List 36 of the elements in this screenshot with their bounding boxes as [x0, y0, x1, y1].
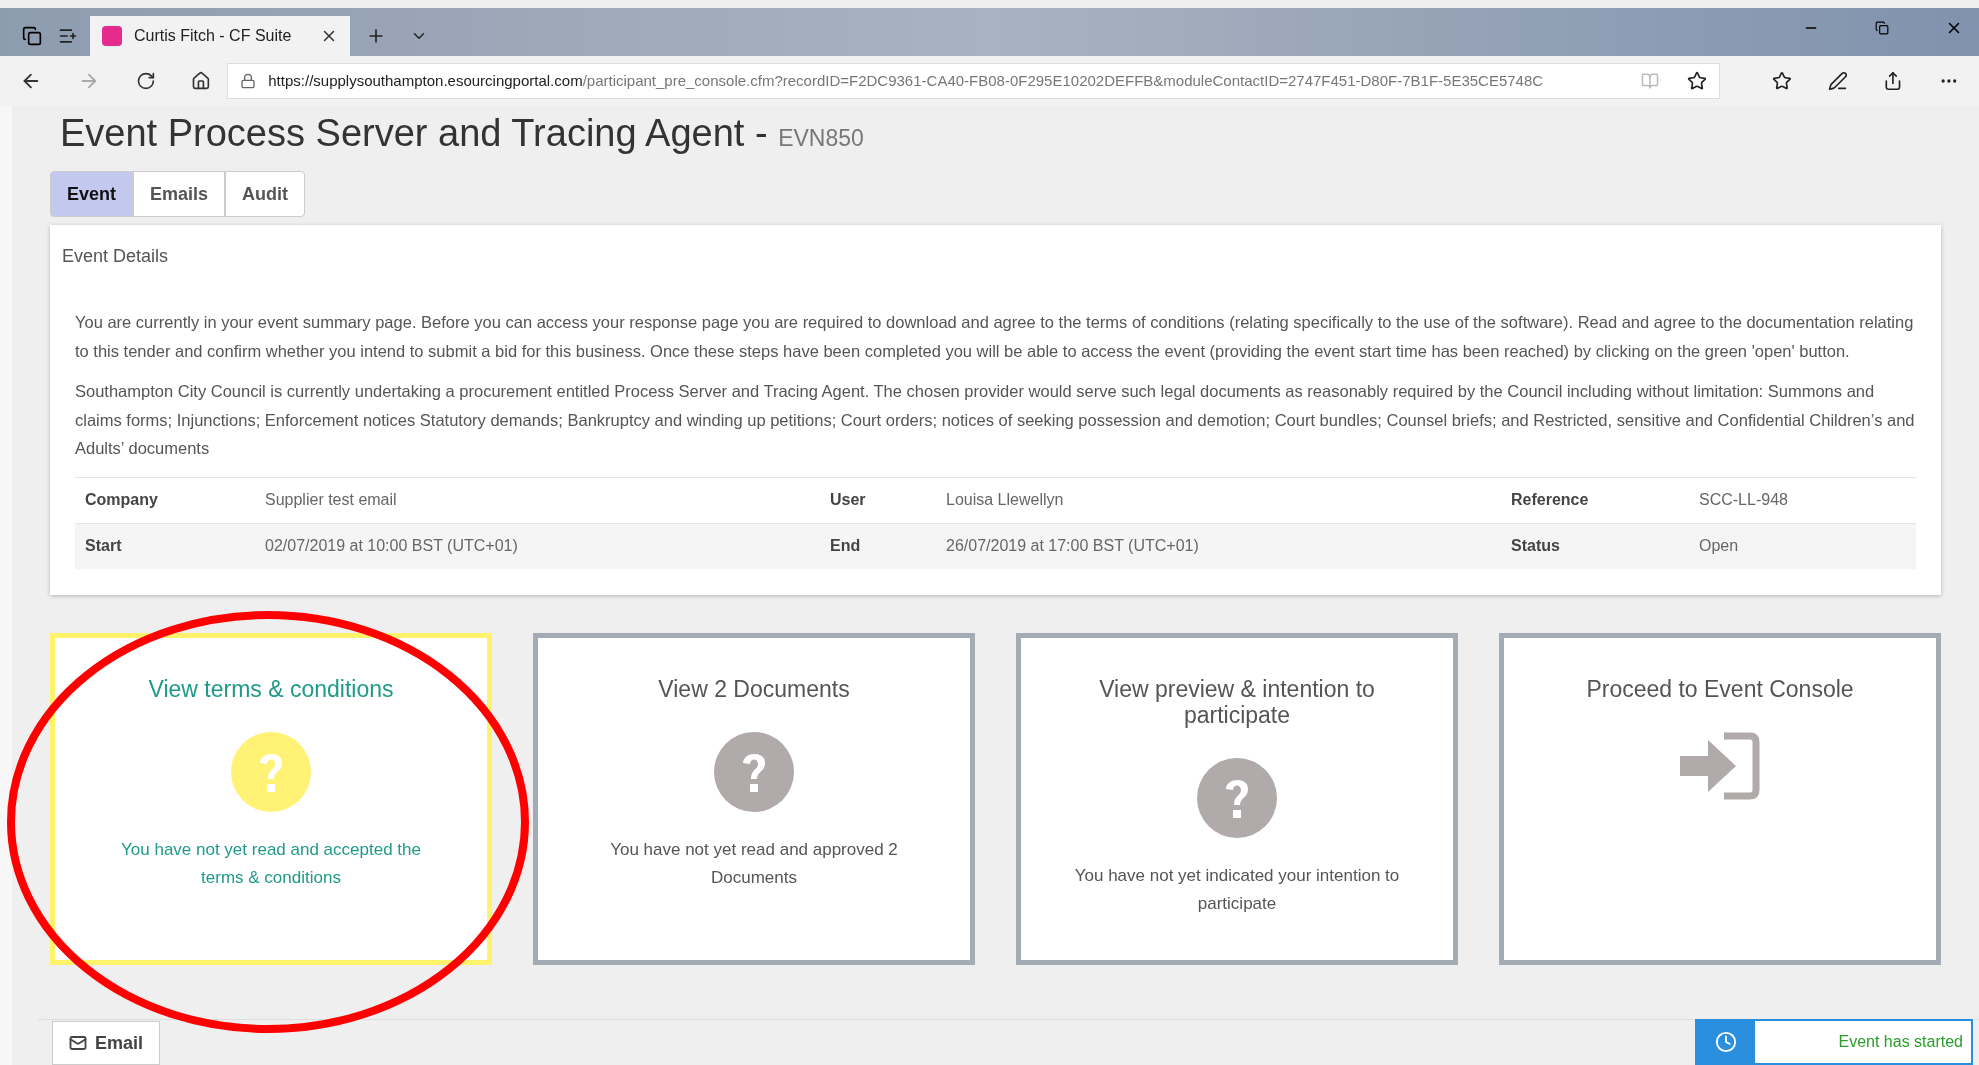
event-code: EVN850: [778, 125, 864, 151]
detail-value: SCC-LL-948: [1699, 490, 1789, 510]
detail-label: User: [829, 490, 867, 510]
detail-value: 26/07/2019 at 17:00 BST (UTC+01): [946, 536, 1200, 556]
panel-heading: Event Details: [62, 245, 170, 268]
step-title: View preview & intention to participate: [1098, 675, 1376, 728]
step-title: Proceed to Event Console: [1586, 675, 1854, 702]
description-paragraph: You are currently in your event summary page. Before you can access your response page you are required to download and agree to the terms of conditions (relating specifically to the use of the software). Read and agree to the documentation relating to this tender and confirm whether you intend to submit a bid for this business. Once these steps have been completed you will be able to access the event (providing the event start time has been reached) by clicking on the green 'open' button.: [75, 312, 1915, 362]
step-message: You have not yet read and approved 2 Documents: [609, 838, 899, 889]
detail-label: End: [829, 536, 862, 556]
email-button[interactable]: Email: [52, 1021, 161, 1065]
tab[interactable]: Emails: [133, 171, 226, 217]
detail-value: Supplier test email: [265, 490, 398, 510]
step-title: View terms & conditions: [148, 675, 394, 702]
browser-tab[interactable]: Curtis Fitch - CF Suite: [90, 16, 350, 56]
detail-value: Louisa Llewellyn: [946, 490, 1065, 510]
step-message: You have not yet indicated your intention to participate: [1073, 864, 1401, 915]
page-title: Event Process Server and Tracing Agent - EVN850: [60, 111, 865, 156]
step-title: View 2 Documents: [658, 675, 850, 702]
detail-label: Reference: [1510, 490, 1590, 510]
address-bar[interactable]: https://supplysouthampton.esourcingportal.com/participant_pre_console.cfm?recordID=F2DC9361-CA40-FB08-0F295E10202DEFFB&moduleContactID=2747F451-D80F-7B1F-5E35CE5748C: [227, 63, 1720, 99]
url-text: https://supplysouthampton.esourcingportal.com/participant_pre_console.cfm?recordID=F2DC9361-CA40-FB08-0F295E10202DEFFB&moduleContactID=2747F451-D80F-7B1F-5E35CE5748C: [268, 70, 1545, 91]
detail-label: Company: [84, 490, 159, 510]
step-card[interactable]: View terms & conditions You have not yet read and accepted the terms & conditions: [50, 632, 492, 965]
tab[interactable]: Event: [50, 171, 134, 217]
description-paragraph: Southampton City Council is currently undertaking a procurement entitled Process Server and Tracing Agent. The chosen provider would serve such legal documents as reasonably required by the Council including without limitation: Summons and claims forms; Injunctions; Enforcement notices Statutory demands; Bankruptcy and winding up petitions; Court orders; notices of seeking possession and demotion; Court bundles; Counsel briefs; and Restricted, sensitive and Confidential Children’s and Adults’ documents: [75, 381, 1916, 459]
step-card[interactable]: Proceed to Event Console: [1499, 632, 1941, 965]
detail-value: Open: [1699, 536, 1740, 556]
notice-text: Event has started: [1837, 1032, 1964, 1052]
step-message: You have not yet read and accepted the terms & conditions: [120, 838, 422, 889]
step-card[interactable]: View 2 Documents You have not yet read and approved 2 Documents: [533, 632, 975, 965]
detail-label: Start: [84, 536, 123, 556]
tab[interactable]: Audit: [225, 171, 306, 217]
step-card[interactable]: View preview & intention to participate You have not yet indicated your intention to participate: [1016, 632, 1458, 965]
detail-value: 02/07/2019 at 10:00 BST (UTC+01): [265, 536, 519, 556]
detail-label: Status: [1510, 536, 1561, 556]
